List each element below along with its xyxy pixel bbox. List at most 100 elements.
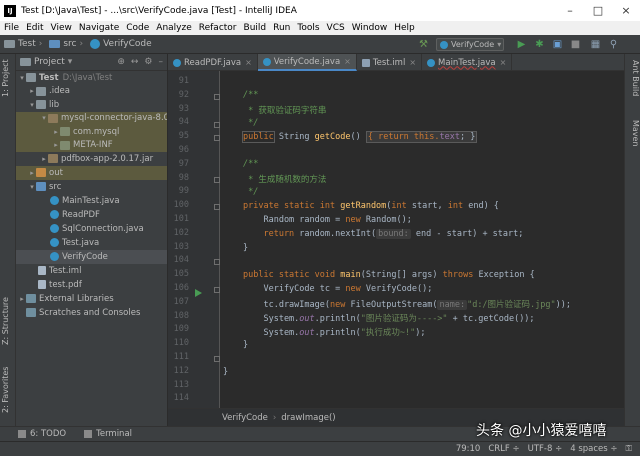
tree-item[interactable]: ▸ com.mysql	[16, 125, 167, 139]
tree-item[interactable]: ReadPDF	[16, 208, 167, 222]
fold-icon[interactable]	[214, 135, 220, 141]
nav-crumb-src[interactable]: src ›	[49, 39, 86, 49]
menu-help[interactable]: Help	[394, 23, 415, 33]
tree-item[interactable]: ▸ out	[16, 166, 167, 180]
tab-favorites[interactable]: 2: Favorites	[1, 364, 15, 416]
window-controls: – □ ×	[556, 4, 640, 17]
nav-crumb-project[interactable]: Test ›	[4, 39, 45, 49]
breadcrumb-method[interactable]: drawImage()	[281, 413, 335, 423]
tree-item[interactable]: ▸ pdfbox-app-2.0.17.jar	[16, 152, 167, 166]
tab-verifycode[interactable]: VerifyCode.java ×	[257, 54, 357, 71]
stop-icon[interactable]: ■	[570, 39, 581, 50]
fold-icon[interactable]	[214, 122, 220, 128]
gear-icon[interactable]: ⚙	[144, 57, 152, 67]
close-tab-icon[interactable]: ×	[409, 58, 416, 67]
line-number: 103	[173, 241, 189, 252]
title-bar: IJ Test [D:\Java\Test] - ...\src\VerifyC…	[0, 0, 640, 21]
minimize-icon[interactable]: –	[556, 4, 584, 17]
search-icon[interactable]: ⚲	[608, 39, 619, 50]
fold-icon[interactable]	[214, 259, 220, 265]
file-encoding[interactable]: UTF-8 ÷	[528, 444, 563, 454]
tree-item[interactable]: ▾ Test D:\Java\Test	[16, 71, 167, 85]
fold-icon[interactable]	[214, 287, 220, 293]
menu-tools[interactable]: Tools	[297, 23, 319, 33]
code-editor[interactable]: /** * 获取验证码字符串 */ public String getCode(…	[221, 71, 624, 408]
close-tab-icon[interactable]: ×	[245, 58, 252, 67]
menu-code[interactable]: Code	[126, 23, 149, 33]
terminal-tool-button[interactable]: Terminal	[84, 429, 132, 439]
collapse-icon[interactable]: ↔	[131, 57, 139, 67]
run-gutter-icon[interactable]	[195, 289, 202, 297]
menu-window[interactable]: Window	[352, 23, 388, 33]
chevron-down-icon[interactable]: ▾	[68, 57, 73, 67]
folder-icon	[36, 100, 46, 110]
tab-test-iml[interactable]: Test.iml ×	[357, 54, 423, 71]
tab-ant-build[interactable]: Ant Build	[626, 60, 640, 106]
java-class-icon	[50, 224, 59, 234]
debug-icon[interactable]: ✱	[534, 39, 545, 50]
menu-run[interactable]: Run	[273, 23, 290, 33]
menu-file[interactable]: File	[4, 23, 19, 33]
editor-gutter[interactable]: 91 92 93 94 95 96 97 98 99 100 101 102 1…	[168, 71, 220, 408]
todo-tool-button[interactable]: 6: TODO	[18, 429, 66, 439]
project-view-select[interactable]: Project	[34, 57, 65, 67]
fold-icon[interactable]	[214, 204, 220, 210]
tree-item[interactable]: VerifyCode	[16, 250, 167, 264]
menu-analyze[interactable]: Analyze	[156, 23, 191, 33]
tree-item[interactable]: ▾ mysql-connector-java-8.0.1	[16, 111, 167, 125]
fold-icon[interactable]	[214, 177, 220, 183]
package-icon	[60, 140, 70, 150]
tree-item[interactable]: ▸ External Libraries	[16, 292, 167, 306]
menu-build[interactable]: Build	[244, 23, 267, 33]
tree-item[interactable]: ▾ src	[16, 180, 167, 194]
fold-icon[interactable]	[214, 356, 220, 362]
menu-navigate[interactable]: Navigate	[79, 23, 119, 33]
run-config-select[interactable]: VerifyCode ▾	[436, 38, 504, 51]
close-tab-icon[interactable]: ×	[344, 57, 351, 66]
project-structure-icon[interactable]: ▦	[590, 39, 601, 50]
tab-readpdf[interactable]: ReadPDF.java ×	[168, 54, 258, 71]
line-separator[interactable]: CRLF ÷	[488, 444, 519, 454]
locate-icon[interactable]: ⊕	[117, 57, 125, 67]
line-number: 112	[173, 365, 189, 376]
tree-item[interactable]: test.pdf	[16, 278, 167, 292]
code-line: private static int getRandom(int start, …	[243, 201, 499, 211]
tab-maintest[interactable]: MainTest.java ×	[422, 54, 513, 71]
folder-icon	[26, 73, 36, 83]
tab-maven[interactable]: Maven	[626, 120, 640, 154]
tree-item[interactable]: ▾ lib	[16, 98, 167, 112]
coverage-icon[interactable]: ▣	[552, 39, 563, 50]
menu-edit[interactable]: Edit	[26, 23, 43, 33]
run-icon[interactable]: ▶	[516, 39, 527, 50]
tree-item[interactable]: Test.iml	[16, 264, 167, 278]
nav-crumb-file[interactable]: VerifyCode	[90, 39, 152, 49]
tab-project[interactable]: 1: Project	[1, 58, 15, 98]
hide-icon[interactable]: –	[159, 57, 164, 67]
folded-region[interactable]: { return this.text; }	[365, 131, 478, 143]
tree-item[interactable]: Scratches and Consoles	[16, 306, 167, 320]
close-icon[interactable]: ×	[612, 4, 640, 17]
line-number: 108	[173, 310, 189, 321]
fold-icon[interactable]	[214, 94, 220, 100]
tree-item[interactable]: Test.java	[16, 236, 167, 250]
tree-item[interactable]: ▸ .idea	[16, 85, 167, 99]
menu-view[interactable]: View	[51, 23, 72, 33]
menu-refactor[interactable]: Refactor	[199, 23, 237, 33]
indent-setting[interactable]: 4 spaces ÷	[570, 444, 617, 454]
tab-structure[interactable]: Z: Structure	[1, 296, 15, 346]
menu-vcs[interactable]: VCS	[327, 23, 345, 33]
close-tab-icon[interactable]: ×	[500, 58, 507, 67]
breadcrumb-class[interactable]: VerifyCode	[222, 413, 268, 423]
menu-bar: File Edit View Navigate Code Analyze Ref…	[0, 21, 640, 35]
tree-item[interactable]: MainTest.java	[16, 194, 167, 208]
tree-item[interactable]: ▸ META-INF	[16, 138, 167, 152]
line-number: 96	[178, 145, 189, 155]
hammer-icon[interactable]: ⚒	[418, 39, 429, 50]
tree-item[interactable]: SqlConnection.java	[16, 222, 167, 236]
maximize-icon[interactable]: □	[584, 4, 612, 17]
code-line: }	[243, 243, 249, 253]
folder-icon	[36, 168, 46, 178]
caret-position[interactable]: 79:10	[456, 444, 481, 454]
lock-icon[interactable]: ⚿	[626, 444, 632, 454]
line-number: 111	[173, 352, 189, 362]
